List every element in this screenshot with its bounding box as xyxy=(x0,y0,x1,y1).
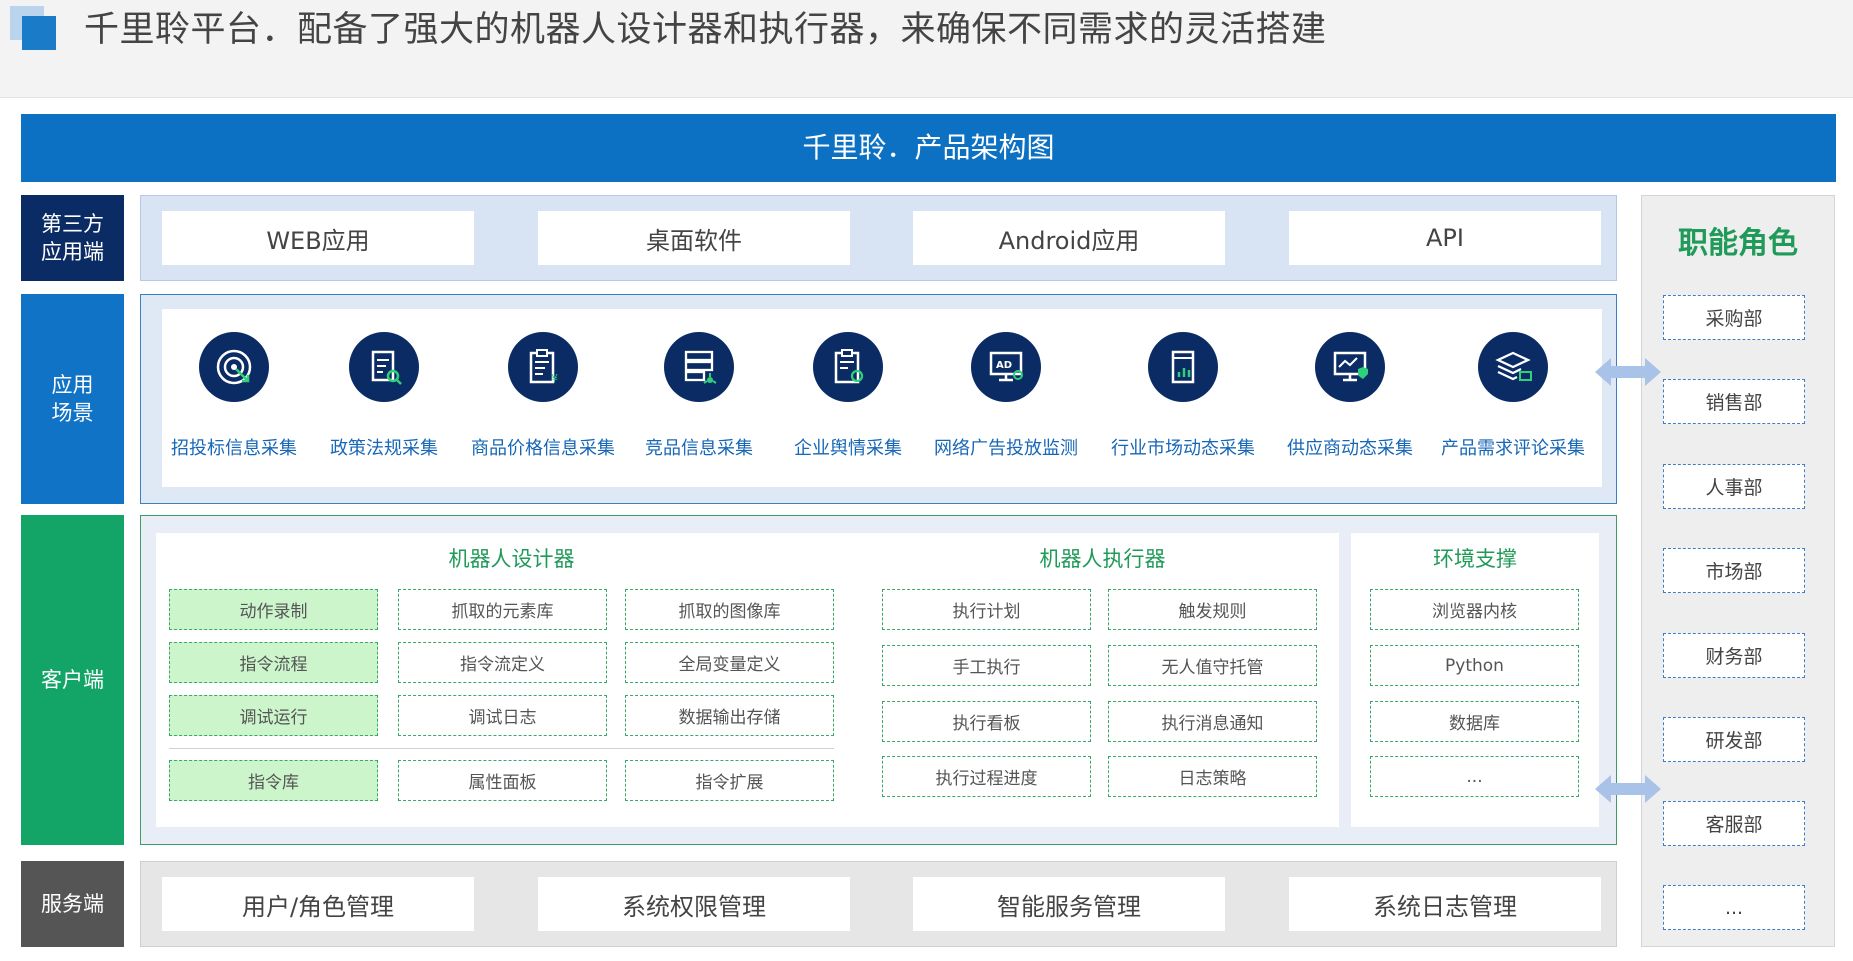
scenario-label: 供应商动态采集 xyxy=(1287,438,1413,459)
scenario-item: 供应商动态采集 xyxy=(1270,332,1430,459)
designer-cell: 指令扩展 xyxy=(625,760,834,801)
designer-cell: 数据输出存储 xyxy=(625,695,834,736)
page-header: 千里聆平台．配备了强大的机器人设计器和执行器，来确保不同需求的灵活搭建 xyxy=(0,0,1853,98)
executor-panel: 机器人执行器 执行计划 触发规则 手工执行 无人值守托管 执行看板 执行消息通知… xyxy=(866,533,1339,827)
role-item: 财务部 xyxy=(1663,633,1805,678)
environment-cell: 数据库 xyxy=(1370,701,1579,742)
scenario-label: 招投标信息采集 xyxy=(171,438,297,459)
svg-text:¥: ¥ xyxy=(551,372,558,385)
server-network-icon xyxy=(664,332,734,402)
scenario-item: AD 网络广告投放监测 xyxy=(926,332,1086,459)
scenario-inner: 招投标信息采集 政策法规采集 ¥ 商品价格信息采集 竞品信息采集 企业舆情采集 xyxy=(162,309,1602,487)
third-party-panel: WEB应用 桌面软件 Android应用 API xyxy=(140,195,1617,281)
designer-cell: 指令流定义 xyxy=(398,642,607,683)
environment-cell: 浏览器内核 xyxy=(1370,589,1579,630)
designer-cell: 属性面板 xyxy=(398,760,607,801)
designer-divider xyxy=(169,748,834,749)
server-panel: 用户/角色管理 系统权限管理 智能服务管理 系统日志管理 xyxy=(140,861,1617,947)
scenario-label: 企业舆情采集 xyxy=(794,438,902,459)
scenario-item: 政策法规采集 xyxy=(304,332,464,459)
role-item: ... xyxy=(1663,885,1805,930)
executor-cell: 日志策略 xyxy=(1108,756,1317,797)
double-arrow-icon xyxy=(1595,358,1661,386)
role-item: 研发部 xyxy=(1663,717,1805,762)
designer-cell: 调试日志 xyxy=(398,695,607,736)
server-item: 系统日志管理 xyxy=(1289,877,1601,931)
role-item: 市场部 xyxy=(1663,548,1805,593)
third-party-layer-label: 第三方 应用端 xyxy=(21,195,124,281)
clipboard-chart-icon xyxy=(813,332,883,402)
target-click-icon xyxy=(199,332,269,402)
designer-cell: 调试运行 xyxy=(169,695,378,736)
scenario-panel: 招投标信息采集 政策法规采集 ¥ 商品价格信息采集 竞品信息采集 企业舆情采集 xyxy=(140,294,1617,504)
scenario-item: 企业舆情采集 xyxy=(768,332,928,459)
scenario-item: 招投标信息采集 xyxy=(154,332,314,459)
server-item: 智能服务管理 xyxy=(913,877,1225,931)
role-item: 客服部 xyxy=(1663,801,1805,846)
executor-cell: 手工执行 xyxy=(882,645,1091,686)
client-layer-label: 客户端 xyxy=(21,515,124,845)
designer-title: 机器人设计器 xyxy=(448,547,575,571)
executor-cell: 执行计划 xyxy=(882,589,1091,630)
environment-cell: ... xyxy=(1370,756,1579,797)
document-search-icon xyxy=(349,332,419,402)
scenario-label: 网络广告投放监测 xyxy=(934,438,1078,459)
designer-cell: 全局变量定义 xyxy=(625,642,834,683)
page-title: 千里聆平台．配备了强大的机器人设计器和执行器，来确保不同需求的灵活搭建 xyxy=(84,10,1327,50)
designer-panel: 机器人设计器 动作录制 抓取的元素库 抓取的图像库 指令流程 指令流定义 全局变… xyxy=(156,533,867,827)
designer-cell: 抓取的元素库 xyxy=(398,589,607,630)
scenario-label: 竞品信息采集 xyxy=(645,438,753,459)
third-party-item: 桌面软件 xyxy=(538,211,850,265)
ad-monitor-icon: AD xyxy=(971,332,1041,402)
server-item: 用户/角色管理 xyxy=(162,877,474,931)
price-clipboard-icon: ¥ xyxy=(508,332,578,402)
scenario-item: 行业市场动态采集 xyxy=(1103,332,1263,459)
designer-cell: 指令流程 xyxy=(169,642,378,683)
role-item: 采购部 xyxy=(1663,295,1805,340)
scenario-label: 商品价格信息采集 xyxy=(471,438,615,459)
server-item: 系统权限管理 xyxy=(538,877,850,931)
double-arrow-icon xyxy=(1595,775,1661,803)
executor-title: 机器人执行器 xyxy=(1039,547,1166,571)
executor-cell: 执行过程进度 xyxy=(882,756,1091,797)
scenario-label: 政策法规采集 xyxy=(330,438,438,459)
environment-cell: Python xyxy=(1370,645,1579,686)
environment-panel: 环境支撑 浏览器内核 Python 数据库 ... xyxy=(1351,533,1599,827)
third-party-item: Android应用 xyxy=(913,211,1225,265)
header-decor-square-dark xyxy=(22,16,56,50)
svg-text:AD: AD xyxy=(996,360,1012,371)
designer-cell: 指令库 xyxy=(169,760,378,801)
role-item: 人事部 xyxy=(1663,464,1805,509)
scenario-item: ¥ 商品价格信息采集 xyxy=(463,332,623,459)
server-layer-label: 服务端 xyxy=(21,861,124,947)
scenario-item: 竞品信息采集 xyxy=(619,332,779,459)
layers-comment-icon xyxy=(1478,332,1548,402)
executor-cell: 执行消息通知 xyxy=(1108,701,1317,742)
scenario-label: 产品需求评论采集 xyxy=(1441,438,1585,459)
environment-title: 环境支撑 xyxy=(1433,547,1517,571)
scenario-label: 行业市场动态采集 xyxy=(1111,438,1255,459)
roles-title: 职能角色 xyxy=(1678,226,1798,261)
monitor-shield-icon xyxy=(1315,332,1385,402)
client-panel: 机器人设计器 动作录制 抓取的元素库 抓取的图像库 指令流程 指令流定义 全局变… xyxy=(140,515,1617,845)
third-party-item: WEB应用 xyxy=(162,211,474,265)
role-item: 销售部 xyxy=(1663,379,1805,424)
third-party-item: API xyxy=(1289,211,1601,265)
scenario-layer-label: 应用 场景 xyxy=(21,294,124,504)
executor-cell: 无人值守托管 xyxy=(1108,645,1317,686)
diagram-title-banner: 千里聆．产品架构图 xyxy=(21,114,1836,182)
executor-cell: 执行看板 xyxy=(882,701,1091,742)
market-chart-icon xyxy=(1148,332,1218,402)
scenario-item: 产品需求评论采集 xyxy=(1433,332,1593,459)
executor-cell: 触发规则 xyxy=(1108,589,1317,630)
designer-cell: 动作录制 xyxy=(169,589,378,630)
designer-cell: 抓取的图像库 xyxy=(625,589,834,630)
